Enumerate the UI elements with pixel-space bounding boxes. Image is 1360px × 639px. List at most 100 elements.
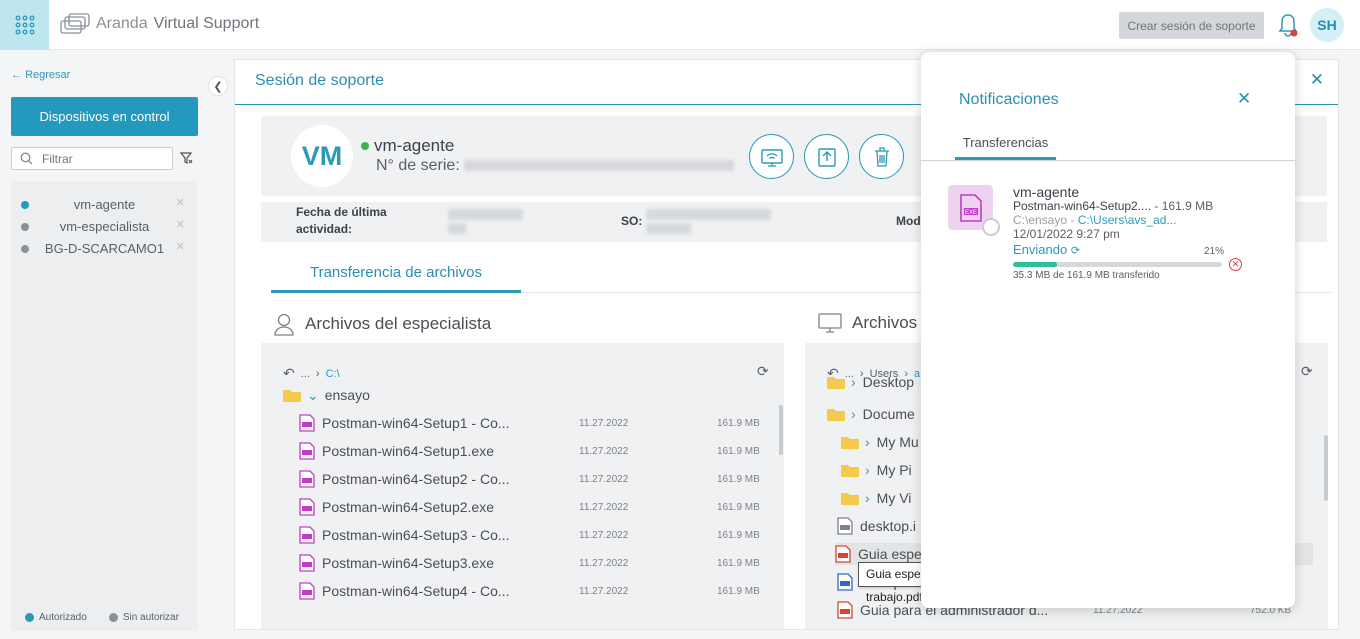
brand-name-light: Aranda: [96, 15, 148, 32]
transfer-progress-bar: [1013, 262, 1222, 267]
file-date: 11.27.2022: [579, 474, 629, 485]
file-size: 161.9 MB: [717, 558, 760, 569]
pdf-file-icon: [837, 601, 853, 619]
transfer-amount: 35.3 MB de 161.9 MB transferido: [1013, 270, 1160, 281]
scrollbar-thumb[interactable]: [779, 405, 783, 455]
crumb-root[interactable]: ...: [301, 368, 310, 380]
file-row[interactable]: Postman-win64-Setup3 - Co... 11.27.2022 16…: [299, 524, 760, 546]
file-size: 161.9 MB: [717, 502, 760, 513]
device-item-bg-d-scarcamo1[interactable]: BG-D-SCARCAMO1 ✕: [11, 237, 198, 259]
os-value-redacted: [646, 209, 771, 234]
file-date: 11.27.2022: [579, 446, 629, 457]
notifications-bell[interactable]: [1277, 12, 1299, 38]
last-activity-value-redacted: [448, 209, 523, 234]
collapse-sidebar-button[interactable]: ❮: [208, 76, 228, 96]
pdf-file-icon: [835, 545, 851, 563]
specialist-files-title: Archivos del especialista: [273, 312, 491, 336]
delete-device-button[interactable]: [859, 134, 904, 179]
back-link[interactable]: ← Regresar: [11, 69, 70, 81]
remote-screen-icon: [760, 148, 783, 167]
refresh-icon[interactable]: ⟳: [1301, 363, 1313, 380]
legend-unauthorized: Sin autorizar: [108, 612, 179, 623]
tab-transfers[interactable]: Transferencias: [955, 135, 1056, 160]
file-size: 161.9 MB: [717, 586, 760, 597]
item-name: Guia espe: [858, 546, 922, 562]
chevron-right-icon[interactable]: ›: [851, 406, 856, 422]
chevron-right-icon[interactable]: ›: [865, 434, 870, 450]
remove-device-icon[interactable]: ✕: [176, 240, 185, 253]
apps-grid-button[interactable]: [0, 0, 49, 50]
status-legend: Autorizado Sin autorizar: [25, 612, 179, 623]
file-date: 11.27.2022: [579, 418, 629, 429]
clear-filter-icon[interactable]: [180, 152, 193, 165]
unauthorized-dot: [21, 245, 29, 253]
device-list: vm-agente ✕ vm-especialista ✕ BG-D-SCARC…: [11, 181, 198, 631]
chevron-right-icon[interactable]: ›: [865, 490, 870, 506]
svg-text:EXE: EXE: [964, 210, 976, 216]
folder-icon: [841, 435, 859, 449]
remove-device-icon[interactable]: ✕: [176, 196, 185, 209]
file-row[interactable]: Postman-win64-Setup3.exe 11.27.2022 161.9 …: [299, 552, 760, 574]
cancel-transfer-icon[interactable]: ✕: [1229, 258, 1242, 271]
chevron-right-icon[interactable]: ›: [865, 462, 870, 478]
transfer-path: C:\ensayo - C:\Users\avs_ad...: [1013, 213, 1177, 227]
file-date: 11.27.2022: [579, 502, 629, 513]
device-name: vm-agente: [73, 196, 136, 212]
sync-icon: ⟳: [1070, 245, 1081, 257]
chevron-down-icon[interactable]: ⌄: [307, 387, 319, 404]
chevron-right-icon: ›: [315, 367, 320, 380]
loading-spinner-icon: [982, 218, 1000, 236]
remote-control-button[interactable]: [749, 134, 794, 179]
create-session-button[interactable]: Crear sesión de soporte: [1119, 12, 1264, 39]
scrollbar-thumb[interactable]: [1324, 435, 1328, 501]
folder-icon: [283, 390, 301, 402]
os-label: SO:: [621, 214, 643, 228]
back-label: Regresar: [25, 69, 71, 81]
device-item-vm-agente[interactable]: vm-agente ✕: [11, 193, 198, 215]
device-name: vm-agente: [374, 136, 455, 155]
tab-file-transfer[interactable]: Transferencia de archivos: [271, 255, 521, 293]
user-avatar[interactable]: SH: [1310, 8, 1344, 42]
upload-file-button[interactable]: [804, 134, 849, 179]
serial-value-redacted: [464, 160, 735, 172]
file-row[interactable]: Postman-win64-Setup1 - Co... 11.27.2022 16…: [299, 412, 760, 434]
search-icon: [20, 152, 33, 165]
filter-input[interactable]: [11, 147, 173, 170]
exe-file-icon: [299, 554, 315, 572]
computer-icon: [818, 313, 842, 333]
devices-in-control-button[interactable]: Dispositivos en control: [11, 97, 198, 136]
refresh-icon[interactable]: ⟳: [757, 363, 769, 380]
file-size: 161.9 MB: [717, 446, 760, 457]
file-row[interactable]: Postman-win64-Setup1.exe 11.27.2022 161.9 …: [299, 440, 760, 462]
file-size: 161.9 MB: [717, 474, 760, 485]
logo-icon: [60, 13, 90, 34]
close-session-icon[interactable]: ✕: [1310, 70, 1324, 90]
history-back-icon[interactable]: ↶: [283, 365, 295, 382]
file-name: Postman-win64-Setup2 - Co...: [322, 471, 510, 487]
file-date: 11.27.2022: [579, 530, 629, 541]
chevron-left-icon: ❮: [213, 80, 223, 93]
close-notifications-icon[interactable]: ✕: [1237, 89, 1251, 109]
file-row[interactable]: Postman-win64-Setup4 - Co... 11.27.2022 16…: [299, 580, 760, 602]
folder-row[interactable]: ⌄ ensayo: [283, 384, 370, 406]
serial-number: N° de serie:: [376, 157, 735, 175]
file-row[interactable]: Postman-win64-Setup2.exe 11.27.2022 161.9 …: [299, 496, 760, 518]
agent-title-text: Archivos: [852, 313, 918, 332]
item-name: desktop.i: [860, 518, 917, 534]
folder-icon: [841, 491, 859, 505]
apps-grid-icon: [15, 15, 34, 35]
file-icon: [837, 517, 853, 535]
top-bar: Aranda Virtual Support Crear sesión de so…: [0, 0, 1360, 50]
file-row[interactable]: Postman-win64-Setup2 - Co... 11.27.2022 16…: [299, 468, 760, 490]
chevron-right-icon[interactable]: ›: [851, 374, 856, 390]
device-item-vm-especialista[interactable]: vm-especialista ✕: [11, 215, 198, 237]
folder-icon: [841, 463, 859, 477]
pdf-file-icon: [837, 573, 853, 591]
breadcrumb: ↶ ... › C:\: [283, 365, 340, 382]
sidebar: ← Regresar Dispositivos en control vm-ag…: [0, 51, 208, 639]
remove-device-icon[interactable]: ✕: [176, 218, 185, 231]
brand-name-bold: Virtual Support: [153, 15, 260, 32]
file-size: 161.9 MB: [717, 530, 760, 541]
crumb-current[interactable]: C:\: [326, 368, 340, 380]
folder-name: ensayo: [324, 387, 370, 403]
